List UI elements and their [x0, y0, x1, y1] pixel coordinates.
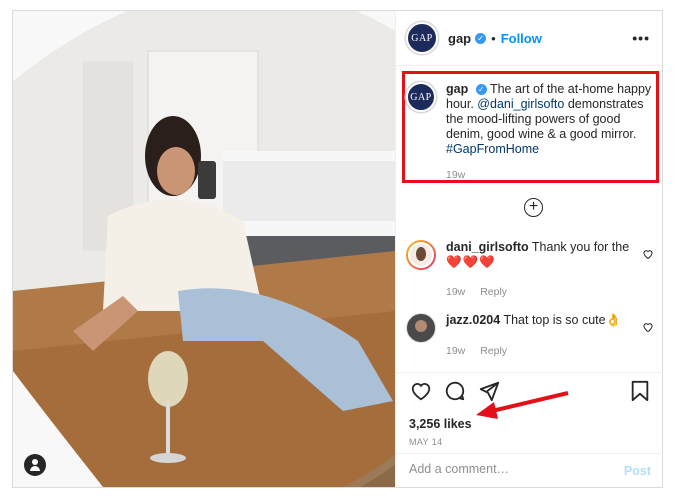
caption-time[interactable]: 19w [446, 168, 656, 183]
caption-mention-link[interactable]: @dani_girlsofto [477, 97, 564, 111]
likes-count[interactable]: 3,256 likes [409, 417, 472, 431]
comment-meta: 19w Reply [446, 344, 656, 359]
comment-text: Thank you for the [531, 240, 630, 254]
comment-emoji: ❤️❤️❤️ [446, 255, 496, 269]
post-caption: GAP gap ✓ The art of the at-home happy h… [406, 82, 656, 183]
comment-emoji: 👌 [605, 313, 622, 327]
comment-time[interactable]: 19w [446, 286, 465, 298]
mirror-selfie-image [13, 11, 395, 487]
comment-body: dani_girlsofto Thank you for the ❤️❤️❤️ … [446, 240, 656, 300]
caption-hashtag-link[interactable]: #GapFromHome [446, 142, 539, 156]
comment-body: jazz.0204 That top is so cute👌 19w Reply [446, 313, 656, 359]
post-actions: 3,256 likes MAY 14 Post [396, 372, 663, 487]
comment-like-heart-icon[interactable] [642, 321, 654, 333]
comment-meta: 19w Reply [446, 285, 656, 300]
verified-badge-icon: ✓ [475, 32, 487, 44]
caption-text: gap ✓ The art of the at-home happy hour.… [446, 82, 656, 183]
comment-username[interactable]: jazz.0204 [446, 313, 500, 327]
comment-text: That top is so cute [503, 313, 606, 327]
header-username[interactable]: gap [448, 31, 471, 46]
caption-username[interactable]: gap [446, 82, 468, 96]
comment-input[interactable] [409, 462, 609, 476]
comment-like-heart-icon[interactable] [642, 248, 654, 260]
bookmark-icon[interactable] [630, 380, 650, 402]
comment-item: dani_girlsofto Thank you for the ❤️❤️❤️ … [406, 240, 656, 300]
add-comment-bar: Post [396, 453, 663, 488]
commenter-avatar[interactable] [406, 313, 436, 343]
reply-button[interactable]: Reply [480, 345, 507, 357]
comment-icon[interactable] [444, 380, 466, 402]
post-header: GAP gap ✓ • Follow ••• [396, 11, 662, 66]
share-icon[interactable] [478, 380, 500, 402]
post-side-panel: GAP gap ✓ • Follow ••• GAP gap ✓ The art… [395, 11, 663, 487]
comment-time[interactable]: 19w [446, 345, 465, 357]
action-icons [406, 380, 654, 404]
commenter-avatar[interactable] [406, 240, 436, 270]
heart-icon[interactable] [410, 380, 432, 402]
comment-item: jazz.0204 That top is so cute👌 19w Reply [406, 313, 656, 359]
comment-username[interactable]: dani_girlsofto [446, 240, 529, 254]
header-separator: • [491, 30, 496, 46]
verified-badge-icon: ✓ [475, 84, 487, 96]
follow-button[interactable]: Follow [501, 31, 542, 46]
post-comment-button[interactable]: Post [624, 464, 651, 478]
gap-avatar[interactable]: GAP [406, 22, 438, 54]
post-date[interactable]: MAY 14 [409, 437, 443, 447]
instagram-post: GAP gap ✓ • Follow ••• GAP gap ✓ The art… [12, 10, 663, 488]
reply-button[interactable]: Reply [480, 286, 507, 298]
caption-avatar[interactable]: GAP [406, 82, 436, 112]
more-options-icon[interactable]: ••• [632, 30, 650, 46]
user-tag-icon[interactable] [24, 454, 46, 476]
load-more-comments-icon[interactable]: + [524, 198, 543, 217]
post-photo[interactable] [13, 11, 395, 487]
